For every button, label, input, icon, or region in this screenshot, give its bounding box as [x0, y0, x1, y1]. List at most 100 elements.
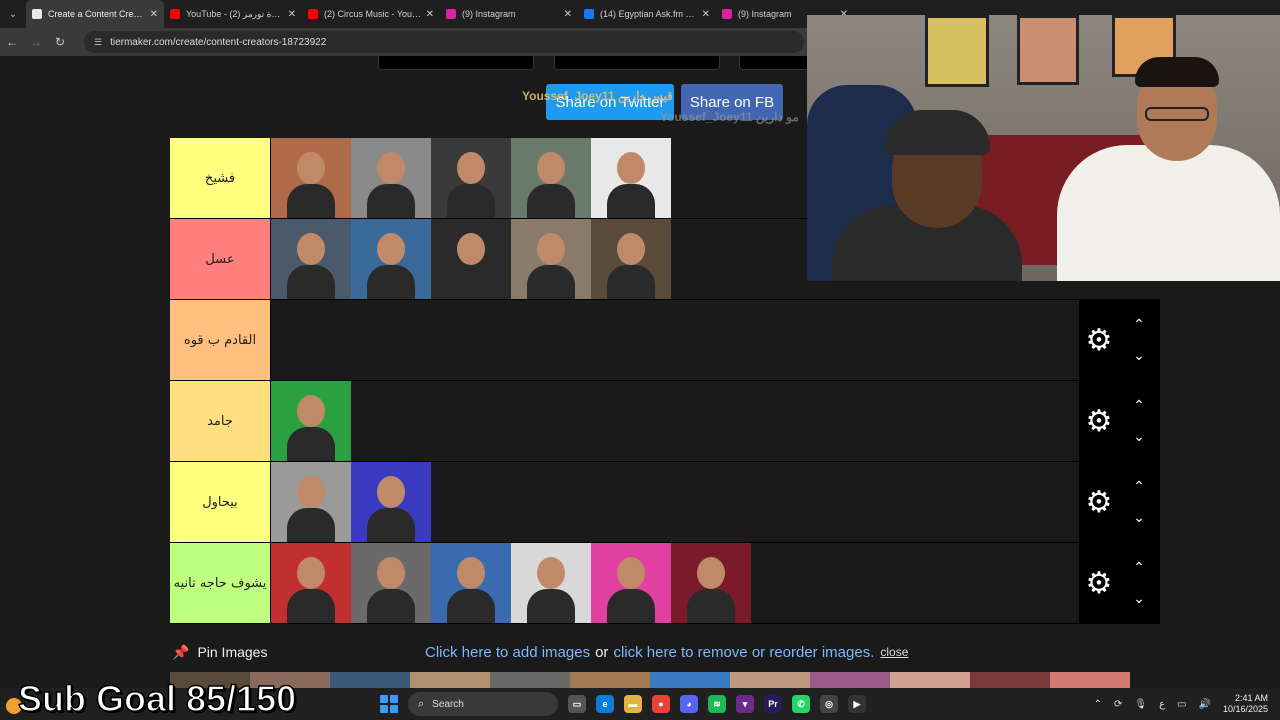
creator-image[interactable]	[511, 219, 591, 299]
add-images-link[interactable]: Click here to add images	[425, 644, 590, 661]
creator-image[interactable]	[351, 543, 431, 623]
reload-icon[interactable]: ↻	[48, 35, 72, 49]
task-view-icon[interactable]: ▭	[568, 695, 586, 713]
microphone-icon[interactable]: 🎙	[1134, 699, 1147, 710]
pool-image[interactable]	[730, 672, 810, 688]
browser-tab[interactable]: (2) Circus Music - YouTub ✕	[302, 0, 440, 28]
pool-image[interactable]	[650, 672, 730, 688]
chevron-down-icon[interactable]: ⌄	[1133, 428, 1145, 445]
creator-image[interactable]	[431, 543, 511, 623]
chevron-down-icon[interactable]: ⌄	[1133, 590, 1145, 607]
creator-image[interactable]	[351, 462, 431, 542]
creator-image[interactable]	[511, 138, 591, 218]
file-explorer-icon[interactable]: ▬	[624, 695, 642, 713]
creator-image[interactable]	[271, 381, 351, 461]
sub-goal-overlay: Sub Goal 85/150	[17, 677, 297, 720]
creator-face	[617, 233, 645, 265]
media-player-icon[interactable]: ▶	[848, 695, 866, 713]
chevron-down-icon[interactable]: ⌄	[1133, 509, 1145, 526]
clock-date: 10/16/2025	[1222, 704, 1268, 714]
volume-icon[interactable]: 🔊	[1199, 699, 1211, 710]
creator-image[interactable]	[351, 219, 431, 299]
pool-image[interactable]	[570, 672, 650, 688]
start-icon[interactable]	[380, 695, 398, 713]
creator-image[interactable]	[271, 219, 351, 299]
gear-icon[interactable]: ⚙	[1079, 381, 1119, 461]
creator-image[interactable]	[351, 138, 431, 218]
language-indicator[interactable]: ع	[1159, 699, 1165, 710]
chevron-up-icon[interactable]: ⌃	[1133, 478, 1145, 495]
back-icon[interactable]: ←	[0, 35, 24, 49]
tab-close-icon[interactable]: ✕	[150, 9, 158, 20]
pool-image[interactable]	[1050, 672, 1130, 688]
pool-image[interactable]	[330, 672, 410, 688]
pool-image[interactable]	[810, 672, 890, 688]
tab-close-icon[interactable]: ✕	[426, 9, 434, 20]
reorder-images-link[interactable]: click here to remove or reorder images.	[613, 644, 874, 661]
tab-close-icon[interactable]: ✕	[702, 9, 710, 20]
tier-label[interactable]: جامد	[170, 381, 271, 461]
media-app-icon[interactable]: ▾	[736, 695, 754, 713]
spotify-icon[interactable]: ≋	[708, 695, 726, 713]
creator-face	[297, 476, 325, 508]
tab-label: (2) Circus Music - YouTub	[324, 9, 422, 19]
gear-icon[interactable]: ⚙	[1079, 300, 1119, 380]
network-icon[interactable]: ▭	[1177, 699, 1186, 710]
creator-face	[457, 152, 485, 184]
forward-icon[interactable]: →	[24, 35, 48, 49]
browser-tab[interactable]: Create a Content Creator ✕	[26, 0, 164, 28]
creator-image[interactable]	[671, 543, 751, 623]
browser-tab[interactable]: YouTube - قعدة تورمز (2) ✕	[164, 0, 302, 28]
close-link[interactable]: close	[880, 645, 908, 659]
tab-close-icon[interactable]: ✕	[564, 9, 572, 20]
tier-label[interactable]: بيحاول	[170, 462, 271, 542]
discord-icon[interactable]: ◕	[680, 695, 698, 713]
tray-app-icon[interactable]: ⟳	[1114, 699, 1122, 710]
chevron-down-icon[interactable]: ⌄	[1133, 347, 1145, 364]
creator-image[interactable]	[431, 219, 511, 299]
chevron-up-icon[interactable]: ⌃	[1133, 397, 1145, 414]
gear-icon[interactable]: ⚙	[1079, 543, 1119, 623]
creator-image[interactable]	[591, 138, 671, 218]
tier-row: يشوف حاجه تانيه ⚙ ⌃ ⌄	[170, 543, 1160, 624]
chevron-up-icon[interactable]: ⌃	[1133, 316, 1145, 333]
taskbar-search[interactable]: ⌕ Search	[408, 692, 558, 716]
gear-icon[interactable]: ⚙	[1079, 462, 1119, 542]
creator-image[interactable]	[591, 543, 671, 623]
whatsapp-icon[interactable]: ✆	[792, 695, 810, 713]
creator-image[interactable]	[511, 543, 591, 623]
tier-label[interactable]: عسل	[170, 219, 271, 299]
browser-tab[interactable]: (14) Egyptian Ask.fm Vide ✕	[578, 0, 716, 28]
creator-body	[367, 508, 415, 542]
creator-image[interactable]	[271, 138, 351, 218]
tier-controls: ⚙ ⌃ ⌄	[1079, 300, 1160, 380]
creator-image[interactable]	[591, 219, 671, 299]
edge-icon[interactable]: e	[596, 695, 614, 713]
chrome-icon[interactable]: ●	[652, 695, 670, 713]
chevron-up-icon[interactable]: ⌃	[1133, 559, 1145, 576]
top-button-1[interactable]	[378, 56, 534, 70]
tab-close-icon[interactable]: ✕	[288, 9, 296, 20]
premiere-icon[interactable]: Pr	[764, 695, 782, 713]
pin-images-label[interactable]: Pin Images	[197, 644, 267, 660]
obs-icon[interactable]: ◎	[820, 695, 838, 713]
tier-label[interactable]: فشيخ	[170, 138, 271, 218]
tier-label[interactable]: يشوف حاجه تانيه	[170, 543, 271, 623]
site-info-icon[interactable]: ☰	[94, 37, 102, 48]
creator-image[interactable]	[431, 138, 511, 218]
clock[interactable]: 2:41 AM 10/16/2025	[1223, 693, 1268, 715]
url-field[interactable]: ☰ tiermaker.com/create/content-creators-…	[84, 31, 804, 53]
creator-image[interactable]	[271, 462, 351, 542]
pool-image[interactable]	[410, 672, 490, 688]
pool-image[interactable]	[890, 672, 970, 688]
tray-chevron-icon[interactable]: ⌃	[1094, 699, 1102, 710]
browser-tab[interactable]: (9) Instagram ✕	[440, 0, 578, 28]
creator-image[interactable]	[271, 543, 351, 623]
pool-image[interactable]	[490, 672, 570, 688]
tier-label[interactable]: القادم ب قوه	[170, 300, 271, 380]
tab-search-chevron-icon[interactable]: ⌄	[0, 0, 26, 28]
creator-body	[287, 508, 335, 542]
pool-image[interactable]	[970, 672, 1050, 688]
top-button-3[interactable]	[739, 56, 809, 70]
top-button-2[interactable]	[554, 56, 720, 70]
